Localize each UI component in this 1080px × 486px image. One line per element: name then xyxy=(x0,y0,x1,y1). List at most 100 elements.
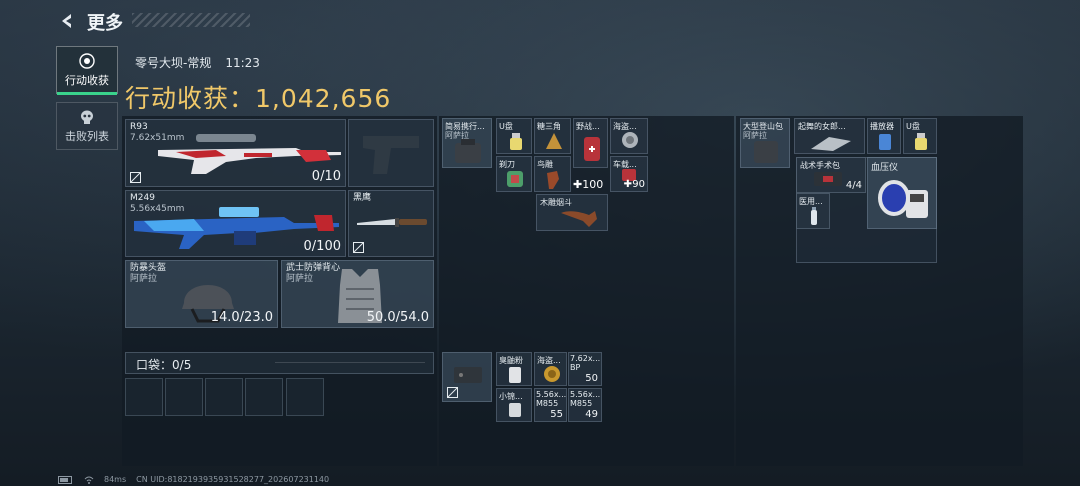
bottle-icon xyxy=(811,207,817,225)
item-car[interactable]: 车载... ✚90 xyxy=(610,156,648,192)
item-usb[interactable]: U盘 xyxy=(496,118,532,154)
pocket-slot[interactable] xyxy=(245,378,283,416)
surgery-kit-icon xyxy=(814,172,842,186)
item-field[interactable]: 野战... xyxy=(573,118,608,168)
primary-weapon-slot[interactable]: R93 7.62x51mm 0/10 xyxy=(125,119,346,187)
item-razor[interactable]: 剃刀 xyxy=(496,156,532,192)
unlocked-icon xyxy=(447,387,458,398)
item-pirate[interactable]: 海盗... xyxy=(610,118,648,154)
wifi-icon xyxy=(84,476,94,484)
large-backpack-slot[interactable]: 大型登山包 阿萨拉 xyxy=(740,118,790,168)
item-ammo-556a[interactable]: 5.56x... M855 55 xyxy=(534,388,567,422)
pocket-slot[interactable] xyxy=(286,378,324,416)
helmet-slot[interactable]: 防暴头盔 阿萨拉 14.0/23.0 xyxy=(125,260,278,328)
loot-label: 行动收获： xyxy=(125,84,256,113)
unlocked-icon xyxy=(130,172,141,183)
usb-icon xyxy=(915,133,927,150)
loot-number: 1,042,656 xyxy=(255,84,392,113)
plus-icon: ✚ xyxy=(623,179,632,190)
medkit-icon xyxy=(584,137,600,161)
helmet-brand: 阿萨拉 xyxy=(130,274,158,284)
bird-statue-icon xyxy=(547,171,559,189)
bag-icon xyxy=(455,139,481,163)
melee-slot[interactable]: 黑鹰 xyxy=(348,190,434,257)
tab-loot[interactable]: 行动收获 xyxy=(56,46,118,95)
tab-kills-label: 击败列表 xyxy=(65,129,109,143)
item-count: 55 xyxy=(550,409,563,420)
pocket-bar: 口袋：0/5 xyxy=(125,352,434,374)
item-name: 播放器 xyxy=(870,122,894,131)
weapon-name: R93 xyxy=(130,122,148,132)
item-name: 5.56x... xyxy=(570,390,601,399)
tab-loot-label: 行动收获 xyxy=(65,73,109,87)
item-player[interactable]: 播放器 xyxy=(867,118,901,154)
backpack-icon xyxy=(754,141,778,163)
item-usb-2[interactable]: U盘 xyxy=(903,118,937,154)
match-info: 零号大坝-常规 11:23 xyxy=(135,54,260,71)
razor-icon xyxy=(507,171,523,187)
item-bird[interactable]: 鸟雕 xyxy=(534,156,571,192)
item-triangle[interactable]: 糖三角 xyxy=(534,118,571,154)
back-arrow-icon xyxy=(62,14,71,28)
unlocked-icon xyxy=(353,242,364,253)
pocket-slot[interactable] xyxy=(125,378,163,416)
item-name: U盘 xyxy=(906,122,920,131)
pocket-count: 0/5 xyxy=(172,358,192,372)
helmet-name: 防暴头盔 xyxy=(130,263,167,273)
tab-kills[interactable]: 击败列表 xyxy=(56,102,118,150)
count-value: 100 xyxy=(582,178,604,191)
card-icon xyxy=(509,403,521,417)
armor-name: 武士防弹背心 xyxy=(286,263,341,273)
item-dancer[interactable]: 起舞的女郎... xyxy=(794,118,865,154)
item-sub: M855 xyxy=(570,399,593,408)
item-bp-monitor[interactable]: 血压仪 xyxy=(867,157,937,229)
item-name: 野战... xyxy=(576,122,600,131)
status-bar: 84ms CN UID:8182193935931528277_20260723… xyxy=(58,475,329,484)
item-sub: M855 xyxy=(536,399,559,408)
target-icon xyxy=(79,52,95,69)
ammo-count: 0/10 xyxy=(311,169,341,184)
triangle-icon xyxy=(546,133,562,149)
battery-icon xyxy=(58,475,72,484)
item-sub: BP xyxy=(570,363,581,372)
pocket-label: 口袋： xyxy=(136,358,173,372)
item-small[interactable]: 小锦... xyxy=(496,388,532,422)
secondary-weapon-slot[interactable]: M249 5.56x45mm 0/100 xyxy=(125,190,346,257)
item-pipe[interactable]: 木雕烟斗 xyxy=(536,194,608,231)
match-time: 11:23 xyxy=(225,56,260,70)
armor-slot[interactable]: 武士防弹背心 阿萨拉 50.0/54.0 xyxy=(281,260,434,328)
pocket-slot[interactable] xyxy=(205,378,243,416)
item-name: U盘 xyxy=(499,122,513,131)
rig-slot[interactable] xyxy=(442,352,492,402)
item-skunk[interactable]: 臭鼬粉 xyxy=(496,352,532,386)
coin-icon xyxy=(622,132,638,148)
map-name: 零号大坝-常规 xyxy=(135,56,212,70)
back-button[interactable] xyxy=(58,12,76,30)
pipe-icon xyxy=(561,211,597,227)
ping: 84ms xyxy=(104,475,127,484)
item-count: 50 xyxy=(585,373,598,384)
pocket-decoration xyxy=(275,362,425,366)
first-aid-count: ✚100 xyxy=(573,178,603,191)
ammo-count: 0/100 xyxy=(303,239,341,254)
item-ammo-556b[interactable]: 5.56x... M855 49 xyxy=(568,388,602,422)
item-medic[interactable]: 医用... xyxy=(796,193,830,229)
item-count: 4/4 xyxy=(845,180,862,191)
melee-name: 黑鹰 xyxy=(353,193,372,203)
helmet-durability: 14.0/23.0 xyxy=(210,310,273,325)
uid: CN UID:8182193935931528277_202607231140 xyxy=(136,475,330,484)
armor-brand: 阿萨拉 xyxy=(286,274,314,284)
item-name: 5.56x... xyxy=(536,390,567,399)
gold-coin-icon xyxy=(544,366,560,382)
backpack-slot[interactable]: 简易携行... 阿萨拉 xyxy=(442,118,492,168)
rig-icon xyxy=(454,367,482,383)
item-surgery-kit[interactable]: 战术手术包 4/4 xyxy=(796,157,866,193)
usb-icon xyxy=(510,133,522,150)
loot-value: 行动收获：1,042,656 xyxy=(125,79,391,115)
mp3-player-icon xyxy=(879,134,891,150)
pocket-slot[interactable] xyxy=(165,378,203,416)
item-ammo-762[interactable]: 7.62x... BP 50 xyxy=(568,352,602,386)
pistol-slot[interactable] xyxy=(348,119,434,187)
item-pirate-coin[interactable]: 海盗... xyxy=(534,352,567,386)
item-count: 49 xyxy=(585,409,598,420)
